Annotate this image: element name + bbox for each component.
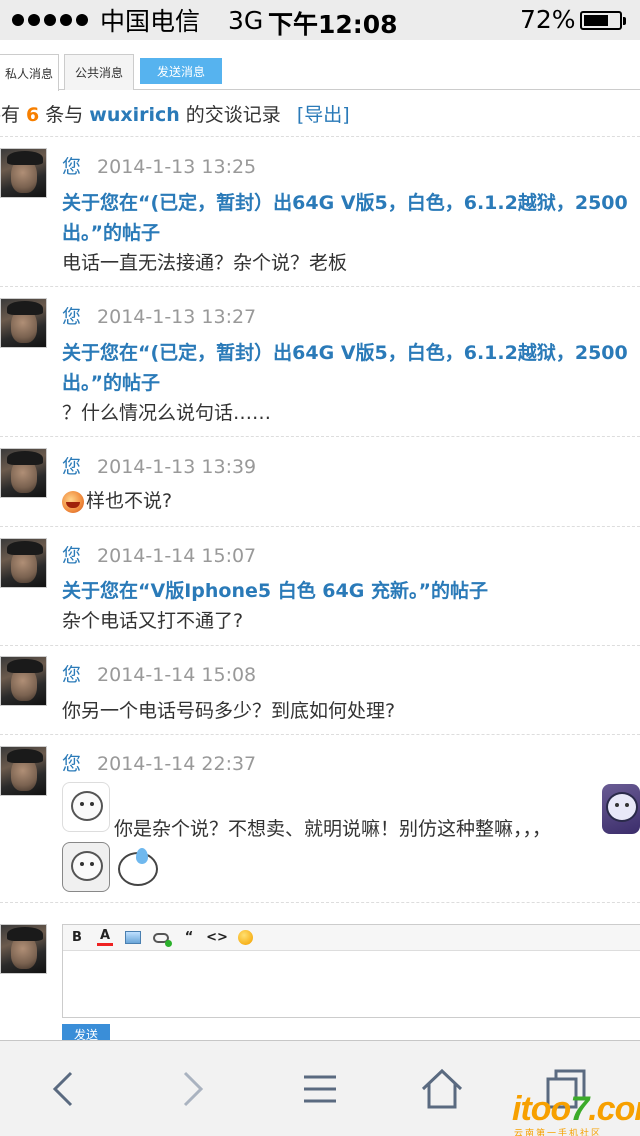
font-color-button[interactable]: A	[97, 929, 113, 946]
reply-editor: B A “ <>	[62, 924, 640, 1018]
message-subject-link[interactable]: 关于您在“(已定，暂封）出64G V版5，白色，6.1.2越狱，2500出。”的…	[62, 188, 640, 248]
divider	[0, 645, 640, 646]
link-icon	[153, 932, 169, 943]
message-count: 6	[26, 104, 40, 126]
message-time: 2014-1-13 13:39	[97, 456, 257, 478]
shrugging-face-sticker-icon	[62, 842, 110, 892]
tab-public-messages[interactable]: 公共消息	[64, 54, 134, 90]
network-type: 3G	[228, 5, 264, 35]
avatar[interactable]	[0, 656, 47, 706]
emoji-button[interactable]	[237, 930, 253, 946]
divider	[0, 436, 640, 437]
conversation-user-link[interactable]: wuxirich	[89, 104, 180, 126]
message-subject-link[interactable]: 关于您在“(已定，暂封）出64G V版5，白色，6.1.2越狱，2500出。”的…	[62, 338, 640, 398]
message-time: 2014-1-13 13:25	[97, 156, 257, 178]
message-time: 2014-1-13 13:27	[97, 306, 257, 328]
message-text: 你是杂个说？不想卖、就明说嘛！别仿这种整嘛，，，	[114, 818, 552, 840]
message-time: 2014-1-14 15:07	[97, 545, 257, 567]
message-body: 样也不说?	[62, 486, 640, 516]
bold-button[interactable]: B	[69, 930, 85, 946]
message-meta: 您 2014-1-13 13:27	[62, 302, 256, 329]
message-text: 杂个电话又打不通了?	[62, 610, 244, 632]
conversation-summary: 共有6条与wuxirich的交谈记录 [导出]	[0, 100, 640, 130]
sweat-drop-sticker-icon	[114, 848, 162, 890]
avatar[interactable]	[0, 538, 47, 588]
reply-textarea[interactable]	[63, 951, 640, 1017]
site-watermark-logo: itoo7.com 云南第一手机社区	[512, 1090, 640, 1136]
clock: 下午12:08	[268, 10, 398, 39]
message-tabs: 私人消息 公共消息 发送消息	[0, 40, 640, 91]
status-bar: 中国电信 3G 下午12:08 72%	[0, 0, 640, 40]
message-meta: 您 2014-1-13 13:25	[62, 152, 256, 179]
summary-suffix: 的交谈记录	[185, 104, 281, 126]
avatar[interactable]	[0, 148, 47, 198]
menu-icon[interactable]	[290, 1063, 350, 1115]
divider	[0, 136, 640, 137]
code-button[interactable]: <>	[206, 930, 228, 946]
back-arrow-icon[interactable]	[34, 1063, 94, 1115]
message-text: 样也不说?	[86, 490, 173, 512]
sender-name[interactable]: 您	[62, 456, 81, 478]
smiley-icon	[237, 930, 253, 945]
message-subject-link[interactable]: 关于您在“V版Iphone5 白色 64G 充新。”的帖子	[62, 576, 640, 606]
image-icon	[125, 931, 141, 944]
divider	[0, 902, 640, 903]
quote-button[interactable]: “	[181, 930, 197, 946]
summary-middle: 条与	[45, 104, 84, 126]
summary-prefix: 共有	[0, 104, 21, 126]
watermark-subtitle: 云南第一手机社区	[514, 1129, 603, 1136]
avatar[interactable]	[0, 448, 47, 498]
message-meta: 您 2014-1-13 13:39	[62, 452, 256, 479]
insert-image-button[interactable]	[125, 930, 141, 946]
editor-toolbar: B A “ <>	[63, 925, 640, 951]
tab-private-messages[interactable]: 私人消息	[0, 54, 59, 91]
sender-name[interactable]: 您	[62, 156, 81, 178]
message-meta: 您 2014-1-14 22:37	[62, 749, 256, 776]
insert-link-button[interactable]	[153, 930, 169, 946]
watermark-logo-text: itoo7.com	[512, 1090, 640, 1128]
divider	[0, 526, 640, 527]
home-icon[interactable]	[412, 1063, 472, 1115]
shocked-face-emoji-icon	[62, 490, 84, 513]
signal-strength-icon	[12, 14, 88, 26]
angry-cat-sticker-icon	[62, 782, 110, 832]
message-time: 2014-1-14 15:08	[97, 664, 257, 686]
sender-name[interactable]: 您	[62, 664, 81, 686]
sender-name[interactable]: 您	[62, 753, 81, 775]
message-time: 2014-1-14 22:37	[97, 753, 257, 775]
avatar[interactable]	[0, 746, 47, 796]
message-meta: 您 2014-1-14 15:08	[62, 660, 256, 687]
avatar[interactable]	[0, 298, 47, 348]
battery-icon	[580, 11, 626, 30]
divider	[0, 286, 640, 287]
message-text: ？什么情况么说句话……	[62, 402, 272, 424]
export-link[interactable]: [导出]	[297, 104, 350, 126]
battery-percent: 72%	[520, 5, 576, 34]
forward-arrow-icon[interactable]	[162, 1063, 222, 1115]
message-text: 你另一个电话号码多少？到底如何处理?	[62, 700, 396, 722]
sender-name[interactable]: 您	[62, 306, 81, 328]
send-message-button[interactable]: 发送消息	[140, 58, 222, 84]
message-meta: 您 2014-1-14 15:07	[62, 541, 256, 568]
divider	[0, 734, 640, 735]
crying-rabbit-sticker-icon	[602, 784, 640, 834]
carrier-name: 中国电信	[100, 7, 201, 36]
message-text: 电话一直无法接通？杂个说？老板	[62, 252, 348, 274]
sender-name[interactable]: 您	[62, 545, 81, 567]
avatar[interactable]	[0, 924, 47, 974]
